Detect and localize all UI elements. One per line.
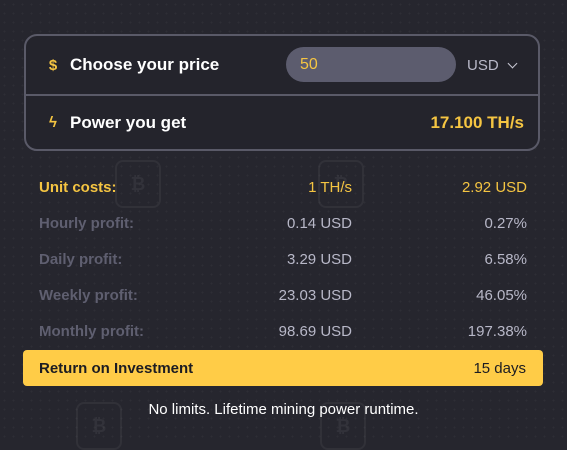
footer-note: No limits. Lifetime mining power runtime… <box>148 401 419 418</box>
stat-percent: 46.05% <box>476 287 527 304</box>
power-value: 17.100 TH/s <box>430 113 524 132</box>
stat-label: Daily profit: <box>39 251 123 268</box>
dollar-icon: $ <box>48 56 58 74</box>
stat-label: Weekly profit: <box>39 287 138 304</box>
stat-row-hourly: Hourly profit: 0.14 USD 0.27% <box>39 212 527 248</box>
stat-amount: 0.14 USD <box>286 215 352 232</box>
roi-banner: Return on Investment 15 days <box>23 350 543 386</box>
power-label: Power you get <box>70 112 187 132</box>
roi-label: Return on Investment <box>39 359 194 377</box>
stat-amount: 3.29 USD <box>286 251 352 268</box>
price-input[interactable] <box>286 47 456 82</box>
stat-amount: 98.69 USD <box>278 323 352 340</box>
stat-amount: 23.03 USD <box>278 287 352 304</box>
chevron-down-icon <box>507 58 518 68</box>
currency-select[interactable]: USD <box>467 53 518 77</box>
stat-label: Unit costs: <box>39 179 117 196</box>
currency-value: USD <box>467 56 499 74</box>
roi-value: 15 days <box>473 359 526 377</box>
power-row: ϟ Power you get 17.100 TH/s <box>26 94 538 151</box>
stat-row-daily: Daily profit: 3.29 USD 6.58% <box>39 248 527 284</box>
lightning-icon: ϟ <box>49 114 57 131</box>
stat-amount: 1 TH/s <box>308 179 352 196</box>
stat-percent: 0.27% <box>484 215 527 232</box>
price-row: $ Choose your price USD <box>26 36 538 96</box>
stat-percent: 2.92 USD <box>461 179 527 196</box>
stat-row-weekly: Weekly profit: 23.03 USD 46.05% <box>39 284 527 320</box>
stat-percent: 6.58% <box>484 251 527 268</box>
stat-percent: 197.38% <box>467 323 527 340</box>
profit-stats: Unit costs: 1 TH/s 2.92 USD Hourly profi… <box>39 176 527 356</box>
stat-label: Hourly profit: <box>39 215 134 232</box>
stat-row-unit-costs: Unit costs: 1 TH/s 2.92 USD <box>39 176 527 212</box>
stat-label: Monthly profit: <box>39 323 144 340</box>
price-label: Choose your price <box>70 55 220 74</box>
price-calculator: $ Choose your price USD ϟ Power you get … <box>24 34 540 151</box>
